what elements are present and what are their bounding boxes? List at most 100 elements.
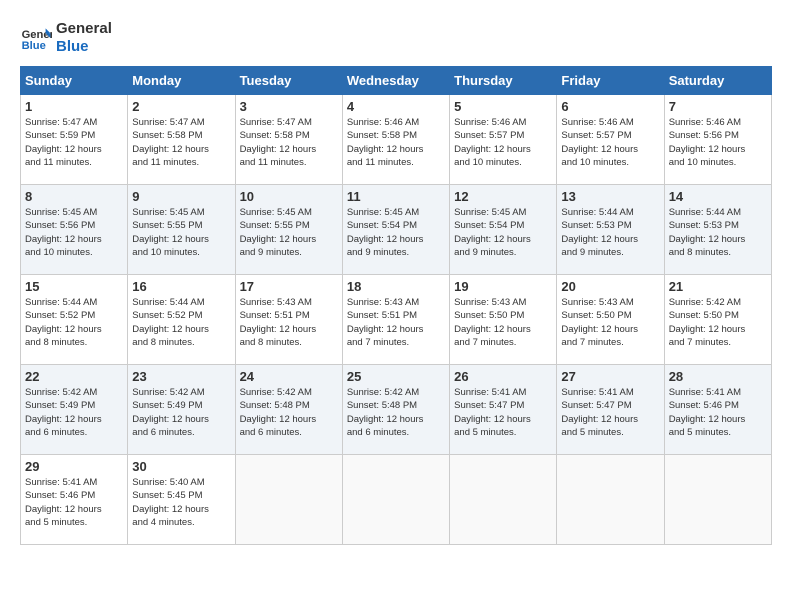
- calendar-cell: 21 Sunrise: 5:42 AM Sunset: 5:50 PM Dayli…: [664, 275, 771, 365]
- calendar-cell: 1 Sunrise: 5:47 AM Sunset: 5:59 PM Daylig…: [21, 95, 128, 185]
- day-info: Sunrise: 5:45 AM Sunset: 5:54 PM Dayligh…: [347, 206, 445, 259]
- day-info: Sunrise: 5:43 AM Sunset: 5:51 PM Dayligh…: [347, 296, 445, 349]
- header-monday: Monday: [128, 67, 235, 95]
- day-info: Sunrise: 5:43 AM Sunset: 5:50 PM Dayligh…: [454, 296, 552, 349]
- calendar-cell: 9 Sunrise: 5:45 AM Sunset: 5:55 PM Daylig…: [128, 185, 235, 275]
- day-info: Sunrise: 5:44 AM Sunset: 5:52 PM Dayligh…: [132, 296, 230, 349]
- day-number: 25: [347, 369, 445, 384]
- calendar-cell: 20 Sunrise: 5:43 AM Sunset: 5:50 PM Dayli…: [557, 275, 664, 365]
- day-number: 28: [669, 369, 767, 384]
- calendar-week-row: 15 Sunrise: 5:44 AM Sunset: 5:52 PM Dayli…: [21, 275, 772, 365]
- day-info: Sunrise: 5:45 AM Sunset: 5:55 PM Dayligh…: [240, 206, 338, 259]
- calendar-cell: 19 Sunrise: 5:43 AM Sunset: 5:50 PM Dayli…: [450, 275, 557, 365]
- calendar-cell: 27Sunrise: 5:41 AM Sunset: 5:47 PM Dayli…: [557, 365, 664, 455]
- calendar-cell: 17Sunrise: 5:43 AM Sunset: 5:51 PM Dayli…: [235, 275, 342, 365]
- day-number: 16: [132, 279, 230, 294]
- calendar-cell: 24Sunrise: 5:42 AM Sunset: 5:48 PM Dayli…: [235, 365, 342, 455]
- day-number: 12: [454, 189, 552, 204]
- day-info: Sunrise: 5:42 AM Sunset: 5:50 PM Dayligh…: [669, 296, 767, 349]
- day-number: 30: [132, 459, 230, 474]
- calendar-cell: 30Sunrise: 5:40 AM Sunset: 5:45 PM Dayli…: [128, 455, 235, 545]
- calendar-cell: 18 Sunrise: 5:43 AM Sunset: 5:51 PM Dayli…: [342, 275, 449, 365]
- day-info: Sunrise: 5:42 AM Sunset: 5:49 PM Dayligh…: [132, 386, 230, 439]
- day-number: 9: [132, 189, 230, 204]
- calendar-week-row: 1 Sunrise: 5:47 AM Sunset: 5:59 PM Daylig…: [21, 95, 772, 185]
- day-number: 18: [347, 279, 445, 294]
- header-thursday: Thursday: [450, 67, 557, 95]
- day-number: 15: [25, 279, 123, 294]
- day-number: 10: [240, 189, 338, 204]
- logo-icon: General Blue: [20, 22, 52, 54]
- header-friday: Friday: [557, 67, 664, 95]
- day-number: 1: [25, 99, 123, 114]
- day-info: Sunrise: 5:47 AM Sunset: 5:59 PM Dayligh…: [25, 116, 123, 169]
- day-info: Sunrise: 5:47 AM Sunset: 5:58 PM Dayligh…: [132, 116, 230, 169]
- header-tuesday: Tuesday: [235, 67, 342, 95]
- day-number: 8: [25, 189, 123, 204]
- calendar-cell: 2 Sunrise: 5:47 AM Sunset: 5:58 PM Daylig…: [128, 95, 235, 185]
- calendar-cell: 8 Sunrise: 5:45 AM Sunset: 5:56 PM Daylig…: [21, 185, 128, 275]
- day-info: Sunrise: 5:42 AM Sunset: 5:49 PM Dayligh…: [25, 386, 123, 439]
- day-number: 19: [454, 279, 552, 294]
- calendar-cell: 25Sunrise: 5:42 AM Sunset: 5:48 PM Dayli…: [342, 365, 449, 455]
- day-info: Sunrise: 5:45 AM Sunset: 5:54 PM Dayligh…: [454, 206, 552, 259]
- calendar-cell: 3Sunrise: 5:47 AM Sunset: 5:58 PM Daylig…: [235, 95, 342, 185]
- calendar-cell: 13 Sunrise: 5:44 AM Sunset: 5:53 PM Dayli…: [557, 185, 664, 275]
- day-number: 5: [454, 99, 552, 114]
- day-info: Sunrise: 5:43 AM Sunset: 5:50 PM Dayligh…: [561, 296, 659, 349]
- calendar-cell: 10 Sunrise: 5:45 AM Sunset: 5:55 PM Dayli…: [235, 185, 342, 275]
- header-wednesday: Wednesday: [342, 67, 449, 95]
- day-number: 26: [454, 369, 552, 384]
- day-info: Sunrise: 5:46 AM Sunset: 5:57 PM Dayligh…: [561, 116, 659, 169]
- calendar-cell: 15 Sunrise: 5:44 AM Sunset: 5:52 PM Dayli…: [21, 275, 128, 365]
- day-info: Sunrise: 5:46 AM Sunset: 5:56 PM Dayligh…: [669, 116, 767, 169]
- day-number: 2: [132, 99, 230, 114]
- day-info: Sunrise: 5:44 AM Sunset: 5:53 PM Dayligh…: [669, 206, 767, 259]
- day-number: 11: [347, 189, 445, 204]
- calendar-cell: 28 Sunrise: 5:41 AM Sunset: 5:46 PM Dayli…: [664, 365, 771, 455]
- calendar-cell: 26 Sunrise: 5:41 AM Sunset: 5:47 PM Dayli…: [450, 365, 557, 455]
- calendar-cell: [557, 455, 664, 545]
- calendar-cell: 11 Sunrise: 5:45 AM Sunset: 5:54 PM Dayli…: [342, 185, 449, 275]
- calendar-cell: [235, 455, 342, 545]
- day-number: 21: [669, 279, 767, 294]
- day-number: 20: [561, 279, 659, 294]
- calendar-cell: [450, 455, 557, 545]
- calendar-cell: 6Sunrise: 5:46 AM Sunset: 5:57 PM Daylig…: [557, 95, 664, 185]
- calendar-table: SundayMondayTuesdayWednesdayThursdayFrid…: [20, 66, 772, 545]
- day-number: 22: [25, 369, 123, 384]
- calendar-cell: [342, 455, 449, 545]
- logo-text-line1: General: [56, 20, 112, 38]
- day-info: Sunrise: 5:46 AM Sunset: 5:57 PM Dayligh…: [454, 116, 552, 169]
- calendar-cell: 22 Sunrise: 5:42 AM Sunset: 5:49 PM Dayli…: [21, 365, 128, 455]
- day-info: Sunrise: 5:41 AM Sunset: 5:46 PM Dayligh…: [669, 386, 767, 439]
- day-info: Sunrise: 5:47 AM Sunset: 5:58 PM Dayligh…: [240, 116, 338, 169]
- calendar-week-row: 8 Sunrise: 5:45 AM Sunset: 5:56 PM Daylig…: [21, 185, 772, 275]
- calendar-cell: 16 Sunrise: 5:44 AM Sunset: 5:52 PM Dayli…: [128, 275, 235, 365]
- day-number: 4: [347, 99, 445, 114]
- day-info: Sunrise: 5:44 AM Sunset: 5:53 PM Dayligh…: [561, 206, 659, 259]
- calendar-cell: 12 Sunrise: 5:45 AM Sunset: 5:54 PM Dayli…: [450, 185, 557, 275]
- calendar-cell: 4Sunrise: 5:46 AM Sunset: 5:58 PM Daylig…: [342, 95, 449, 185]
- day-number: 7: [669, 99, 767, 114]
- header-sunday: Sunday: [21, 67, 128, 95]
- day-number: 23: [132, 369, 230, 384]
- day-number: 24: [240, 369, 338, 384]
- calendar-cell: [664, 455, 771, 545]
- day-info: Sunrise: 5:44 AM Sunset: 5:52 PM Dayligh…: [25, 296, 123, 349]
- day-info: Sunrise: 5:41 AM Sunset: 5:47 PM Dayligh…: [561, 386, 659, 439]
- calendar-week-row: 29Sunrise: 5:41 AM Sunset: 5:46 PM Dayli…: [21, 455, 772, 545]
- calendar-cell: 14 Sunrise: 5:44 AM Sunset: 5:53 PM Dayli…: [664, 185, 771, 275]
- header-saturday: Saturday: [664, 67, 771, 95]
- day-info: Sunrise: 5:45 AM Sunset: 5:55 PM Dayligh…: [132, 206, 230, 259]
- day-number: 13: [561, 189, 659, 204]
- calendar-cell: 29Sunrise: 5:41 AM Sunset: 5:46 PM Dayli…: [21, 455, 128, 545]
- day-info: Sunrise: 5:45 AM Sunset: 5:56 PM Dayligh…: [25, 206, 123, 259]
- day-info: Sunrise: 5:41 AM Sunset: 5:47 PM Dayligh…: [454, 386, 552, 439]
- logo: General Blue General Blue: [20, 20, 112, 56]
- day-number: 14: [669, 189, 767, 204]
- logo-text-line2: Blue: [56, 38, 112, 56]
- calendar-cell: 7 Sunrise: 5:46 AM Sunset: 5:56 PM Daylig…: [664, 95, 771, 185]
- day-number: 17: [240, 279, 338, 294]
- calendar-week-row: 22 Sunrise: 5:42 AM Sunset: 5:49 PM Dayli…: [21, 365, 772, 455]
